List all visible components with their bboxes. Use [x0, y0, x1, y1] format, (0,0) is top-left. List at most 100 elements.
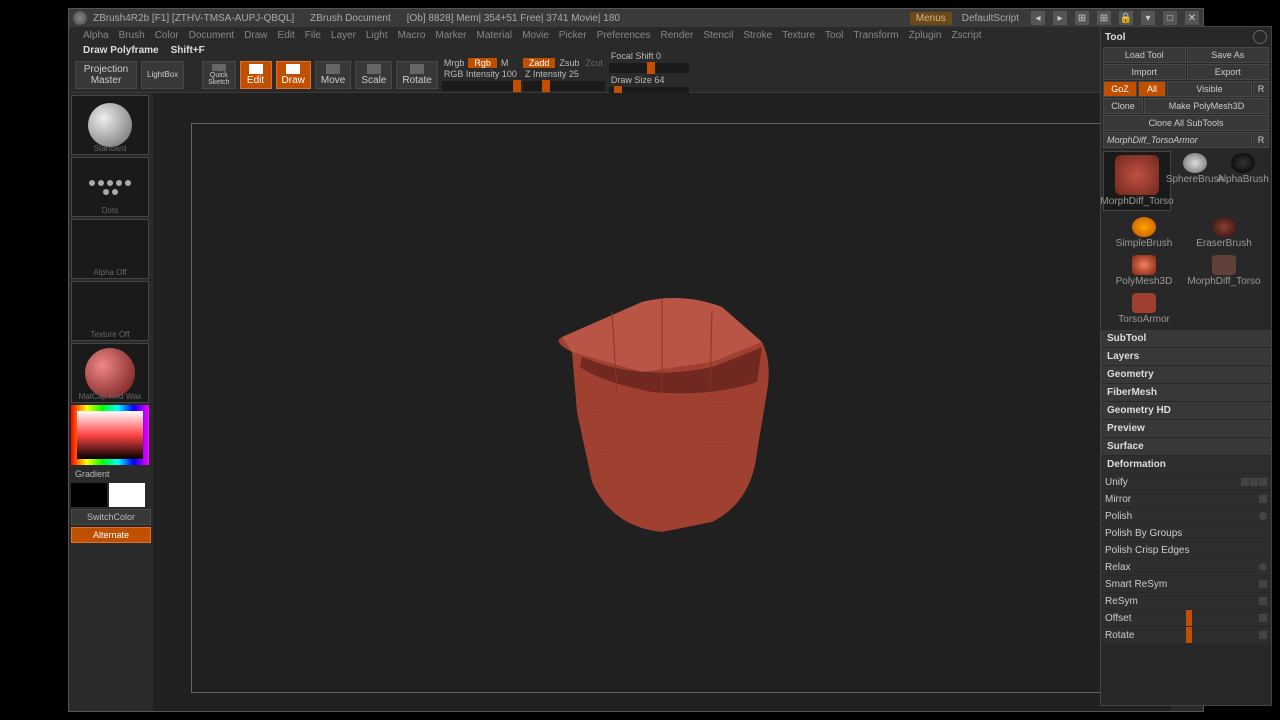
nav-prev[interactable]: ◂ [1031, 11, 1045, 25]
r-button[interactable]: R [1253, 81, 1269, 97]
deform-rotate-slider[interactable]: Rotate [1101, 627, 1271, 643]
zcut-button[interactable]: Zcut [583, 58, 605, 68]
scale-mode-button[interactable]: Scale [355, 61, 392, 89]
mrgb-button[interactable]: Mrgb [442, 58, 467, 68]
zsub-button[interactable]: Zsub [557, 58, 581, 68]
rgb-button[interactable]: Rgb [468, 58, 497, 68]
r2-button[interactable]: R [1253, 132, 1269, 148]
goz-all-button[interactable]: All [1138, 81, 1166, 97]
section-surface[interactable]: Surface [1101, 438, 1271, 455]
section-deformation[interactable]: Deformation [1101, 456, 1271, 473]
menu-transform[interactable]: Transform [853, 30, 898, 41]
m-button[interactable]: M [499, 58, 511, 68]
section-subtool[interactable]: SubTool [1101, 330, 1271, 347]
menu-tool[interactable]: Tool [825, 30, 843, 41]
section-geometry[interactable]: Geometry [1101, 366, 1271, 383]
menu-zplugin[interactable]: Zplugin [909, 30, 942, 41]
deform-polish-crisp[interactable]: Polish Crisp Edges [1101, 542, 1271, 558]
refresh-icon[interactable] [1253, 30, 1267, 44]
menu-layer[interactable]: Layer [331, 30, 356, 41]
texture-thumb[interactable]: Texture Off [71, 281, 149, 341]
section-geometry-hd[interactable]: Geometry HD [1101, 402, 1271, 419]
menu-stencil[interactable]: Stencil [703, 30, 733, 41]
menus-button[interactable]: Menus [910, 12, 952, 25]
menu-file[interactable]: File [305, 30, 321, 41]
deform-smart-resym[interactable]: Smart ReSym [1101, 576, 1271, 592]
nav-next[interactable]: ▸ [1053, 11, 1067, 25]
rotate-mode-button[interactable]: Rotate [396, 61, 437, 89]
menu-material[interactable]: Material [477, 30, 513, 41]
menu-document[interactable]: Document [189, 30, 235, 41]
viewport[interactable] [153, 93, 1171, 711]
alpha-thumb[interactable]: Alpha Off [71, 219, 149, 279]
menu-light[interactable]: Light [366, 30, 388, 41]
deform-polish[interactable]: Polish [1101, 508, 1271, 524]
menu-movie[interactable]: Movie [522, 30, 549, 41]
deform-offset-slider[interactable]: Offset [1101, 610, 1271, 626]
deform-polish-groups[interactable]: Polish By Groups [1101, 525, 1271, 541]
zadd-button[interactable]: Zadd [523, 58, 556, 68]
move-mode-button[interactable]: Move [315, 61, 351, 89]
quicksketch-button[interactable]: Quick Sketch [202, 61, 235, 89]
switchcolor-button[interactable]: SwitchColor [71, 509, 151, 525]
primary-color-swatch[interactable] [109, 483, 145, 507]
pin-icon[interactable]: ⊞ [1075, 11, 1089, 25]
load-tool-button[interactable]: Load Tool [1103, 47, 1186, 63]
lock-icon[interactable]: 🔒 [1119, 11, 1133, 25]
material-thumb[interactable]: MatCap Red Wax [71, 343, 149, 403]
menu-texture[interactable]: Texture [782, 30, 815, 41]
alternate-button[interactable]: Alternate [71, 527, 151, 543]
section-fibermesh[interactable]: FiberMesh [1101, 384, 1271, 401]
tool-polymesh3d[interactable]: PolyMesh3D [1105, 253, 1183, 289]
menu-marker[interactable]: Marker [435, 30, 466, 41]
lightbox-button[interactable]: LightBox [141, 61, 184, 89]
deform-unify[interactable]: Unify [1101, 474, 1271, 490]
export-button[interactable]: Export [1187, 64, 1270, 80]
tool-thumb-current[interactable]: MorphDiff_Torso [1103, 151, 1171, 211]
brush-thumb[interactable]: Standard [71, 95, 149, 155]
stroke-thumb[interactable]: Dots [71, 157, 149, 217]
save-as-button[interactable]: Save As [1187, 47, 1270, 63]
menu-edit[interactable]: Edit [278, 30, 295, 41]
deform-resym[interactable]: ReSym [1101, 593, 1271, 609]
deform-relax[interactable]: Relax [1101, 559, 1271, 575]
make-polymesh-button[interactable]: Make PolyMesh3D [1144, 98, 1269, 114]
secondary-color-swatch[interactable] [71, 483, 107, 507]
rgb-intensity-slider[interactable] [442, 81, 519, 91]
tool-sphere-brush[interactable]: SphereBrush [1171, 151, 1219, 187]
deform-mirror[interactable]: Mirror [1101, 491, 1271, 507]
menu-alpha[interactable]: Alpha [83, 30, 109, 41]
tool-eraser-brush[interactable]: EraserBrush [1185, 215, 1263, 251]
tool-alpha-brush[interactable]: AlphaBrush [1219, 151, 1267, 187]
menu-preferences[interactable]: Preferences [597, 30, 651, 41]
menu-zscript[interactable]: Zscript [951, 30, 981, 41]
goz-button[interactable]: GoZ [1103, 81, 1137, 97]
menu-brush[interactable]: Brush [119, 30, 145, 41]
projection-master-button[interactable]: Projection Master [75, 61, 137, 89]
menu-picker[interactable]: Picker [559, 30, 587, 41]
focal-shift-slider[interactable] [609, 63, 689, 73]
pin2-icon[interactable]: ⊞ [1097, 11, 1111, 25]
import-button[interactable]: Import [1103, 64, 1186, 80]
menu-stroke[interactable]: Stroke [743, 30, 772, 41]
section-preview[interactable]: Preview [1101, 420, 1271, 437]
clone-button[interactable]: Clone [1103, 98, 1143, 114]
z-intensity-slider[interactable] [523, 81, 605, 91]
tool-morphdiff[interactable]: MorphDiff_Torso [1185, 253, 1263, 289]
minimize-button[interactable]: ▾ [1141, 11, 1155, 25]
goz-visible-button[interactable]: Visible [1167, 81, 1252, 97]
edit-mode-button[interactable]: Edit [240, 61, 272, 89]
section-layers[interactable]: Layers [1101, 348, 1271, 365]
menu-color[interactable]: Color [155, 30, 179, 41]
color-picker[interactable] [71, 405, 149, 465]
current-tool-name[interactable]: MorphDiff_TorsoArmor [1103, 132, 1252, 148]
menu-macro[interactable]: Macro [398, 30, 426, 41]
script-label[interactable]: DefaultScript [958, 13, 1023, 24]
clone-all-subtools-button[interactable]: Clone All SubTools [1103, 115, 1269, 131]
tool-torso-armor[interactable]: TorsoArmor [1105, 291, 1183, 327]
menu-draw[interactable]: Draw [244, 30, 267, 41]
menu-render[interactable]: Render [661, 30, 694, 41]
tool-simple-brush[interactable]: SimpleBrush [1105, 215, 1183, 251]
close-button[interactable]: ✕ [1185, 11, 1199, 25]
maximize-button[interactable]: □ [1163, 11, 1177, 25]
